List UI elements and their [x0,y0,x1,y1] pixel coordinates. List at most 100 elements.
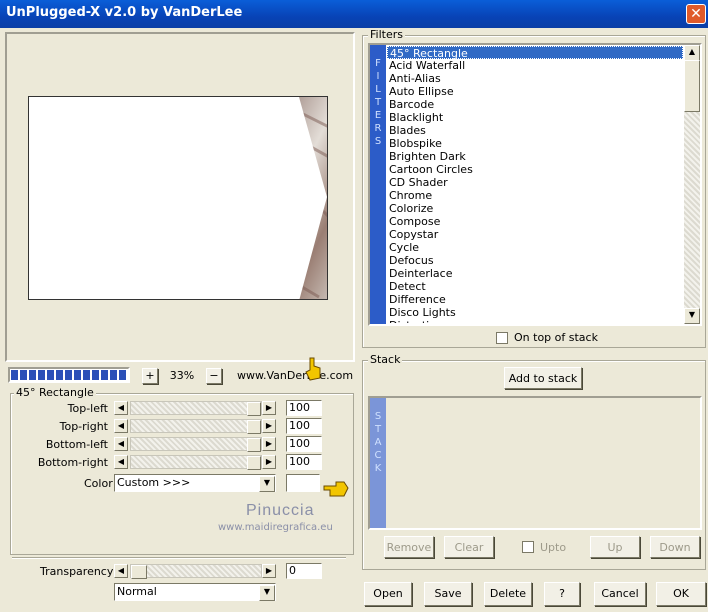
zoom-out-button[interactable]: − [206,368,222,384]
stack-group-label: Stack [368,353,403,366]
scroll-up-icon[interactable]: ▲ [684,45,700,61]
filter-list-item[interactable]: Anti-Alias [387,72,683,85]
open-button[interactable]: Open [364,582,412,606]
up-button[interactable]: Up [590,536,640,558]
transparency-slider[interactable] [130,564,262,579]
preview-canvas [28,96,328,300]
on-top-label: On top of stack [514,331,598,344]
slider-left-arrow[interactable]: ◀ [114,419,128,433]
filters-side-letter: R [374,123,382,134]
filter-list-item[interactable]: Blacklight [387,111,683,124]
slider-thumb[interactable] [247,438,261,452]
slider-track[interactable] [130,419,262,434]
slider-left-arrow[interactable]: ◀ [114,455,128,469]
filter-list-item[interactable]: 45° Rectangle [387,46,683,60]
filters-list-frame: FILTERS 45° Rectangle Acid Waterfall Anti-… [368,43,702,326]
filters-side-letter: E [374,110,382,121]
close-icon: ✕ [690,6,702,22]
filter-list-item[interactable]: Disco Lights [387,306,683,319]
filter-list-item[interactable]: Detect [387,280,683,293]
delete-button[interactable]: Delete [484,582,532,606]
slider-value[interactable]: 100 [286,454,322,470]
filter-list-item[interactable]: Colorize [387,202,683,215]
slider-right-arrow[interactable]: ▶ [262,401,276,415]
add-to-stack-button[interactable]: Add to stack [504,367,582,389]
hand-pointer-icon [305,357,321,381]
slider-left-arrow[interactable]: ◀ [114,401,128,415]
upto-label: Upto [540,541,567,554]
slider-value[interactable]: 100 [286,436,322,452]
website-link[interactable]: www.VanDerLee.com [237,369,353,382]
transparency-left-arrow[interactable]: ◀ [114,564,128,578]
slider-label: Top-left [67,402,108,415]
slider-right-arrow[interactable]: ▶ [262,437,276,451]
slider-thumb[interactable] [247,420,261,434]
filter-list-item[interactable]: Blobspike [387,137,683,150]
preview-pane[interactable] [5,32,355,362]
slider-right-arrow[interactable]: ▶ [262,455,276,469]
filters-scrollbar[interactable]: ▲ ▼ [684,45,700,324]
on-top-checkbox[interactable] [496,332,508,344]
blend-mode-select[interactable]: Normal ▼ [114,583,276,601]
slider-value[interactable]: 100 [286,400,322,416]
stack-side-letter: A [374,437,382,448]
slider-thumb[interactable] [247,456,261,470]
hand-pointer-icon [323,481,349,497]
filter-list-item[interactable]: Cartoon Circles [387,163,683,176]
transparency-thumb[interactable] [131,565,147,579]
remove-button[interactable]: Remove [384,536,434,558]
slider-value[interactable]: 100 [286,418,322,434]
slider-left-arrow[interactable]: ◀ [114,437,128,451]
transparency-right-arrow[interactable]: ▶ [262,564,276,578]
window-title: UnPlugged-X v2.0 by VanDerLee [6,5,243,20]
filter-list-item[interactable]: Acid Waterfall [387,59,683,72]
color-select-value: Custom >>> [117,476,191,489]
filter-list-item[interactable]: Deinterlace [387,267,683,280]
scroll-down-icon[interactable]: ▼ [684,308,700,324]
filter-list-item[interactable]: Compose [387,215,683,228]
divider [12,557,346,559]
filter-list-item[interactable]: Chrome [387,189,683,202]
transparency-value[interactable]: 0 [286,563,322,579]
help-button[interactable]: ? [544,582,580,606]
stack-list-frame[interactable]: STACK [368,396,702,530]
save-button[interactable]: Save [424,582,472,606]
slider-thumb[interactable] [247,402,261,416]
zoom-in-button[interactable]: + [142,368,158,384]
filter-list-item[interactable]: Cycle [387,241,683,254]
filter-list-item[interactable]: CD Shader [387,176,683,189]
slider-right-arrow[interactable]: ▶ [262,419,276,433]
slider-label: Bottom-right [37,456,108,469]
zoom-level: 33% [169,369,195,382]
clear-button[interactable]: Clear [444,536,494,558]
scroll-thumb[interactable] [684,60,700,112]
ok-button[interactable]: OK [656,582,706,606]
filter-list-item[interactable]: Auto Ellipse [387,85,683,98]
filter-list-item[interactable]: Copystar [387,228,683,241]
filter-list-item[interactable]: Brighten Dark [387,150,683,163]
filter-list-item[interactable]: Blades [387,124,683,137]
color-select[interactable]: Custom >>> ▼ [114,474,276,492]
filters-list[interactable]: 45° Rectangle Acid Waterfall Anti-Alias Aut… [387,46,683,323]
chevron-down-icon: ▼ [259,585,275,601]
filters-side-letter: S [374,136,382,147]
slider-label: Bottom-left [45,438,108,451]
slider-track[interactable] [130,455,262,470]
close-button[interactable]: ✕ [686,4,706,24]
progress-fill [11,370,127,380]
stack-side-letter: K [374,463,382,474]
progress-bar [8,367,130,383]
filter-list-item[interactable]: Difference [387,293,683,306]
effect-group-label: 45° Rectangle [14,386,96,399]
filters-side-banner: FILTERS [370,45,386,324]
color-swatch[interactable] [286,474,320,492]
upto-checkbox[interactable] [522,541,534,553]
filter-list-item[interactable]: Distortion [387,319,683,323]
filters-side-letter: T [374,97,382,108]
slider-track[interactable] [130,437,262,452]
filter-list-item[interactable]: Barcode [387,98,683,111]
down-button[interactable]: Down [650,536,700,558]
slider-track[interactable] [130,401,262,416]
filter-list-item[interactable]: Defocus [387,254,683,267]
cancel-button[interactable]: Cancel [594,582,646,606]
